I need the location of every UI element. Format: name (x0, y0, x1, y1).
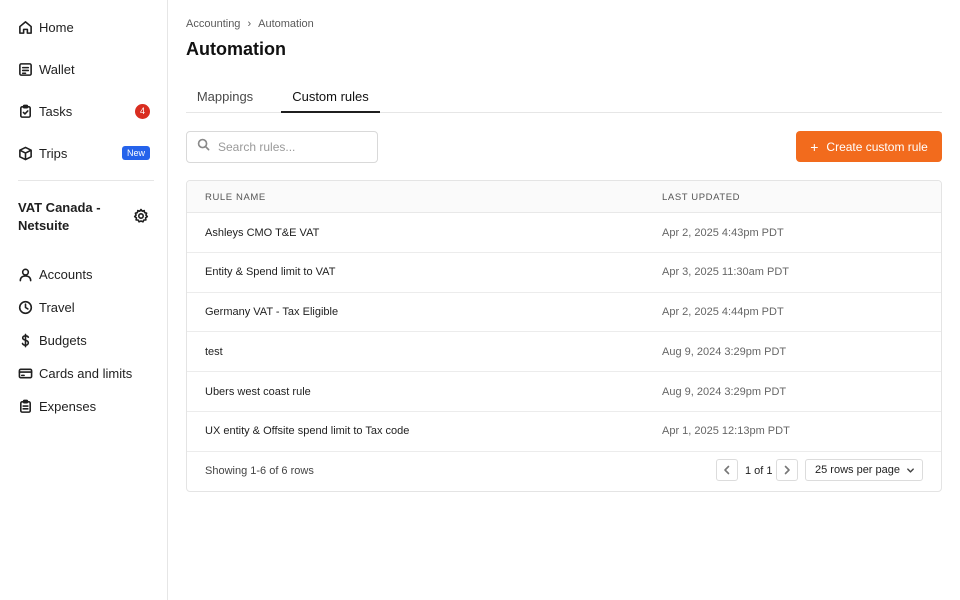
clipboard-check-icon (18, 104, 33, 119)
next-page-button[interactable] (776, 459, 798, 481)
rule-name-cell: Germany VAT - Tax Eligible (205, 306, 339, 319)
last-updated-cell: Aug 9, 2024 3:29pm PDT (662, 345, 787, 358)
last-updated-cell: Apr 3, 2025 11:30am PDT (662, 266, 789, 279)
create-custom-rule-label: Create custom rule (826, 139, 928, 154)
breadcrumb-accounting[interactable]: Accounting (186, 18, 240, 30)
plus-icon: + (810, 138, 819, 155)
rows-per-page-select[interactable]: 25 rows per page (805, 459, 923, 481)
rule-name-cell: test (205, 345, 223, 358)
wallet-icon (18, 62, 33, 77)
table-footer: Showing 1-6 of 6 rows 1 of 1 25 rows per… (187, 450, 941, 491)
new-badge: New (121, 146, 150, 160)
sidebar-item-label: Home (39, 19, 74, 35)
sidebar-item-label: Wallet (39, 61, 75, 77)
sidebar-item-label: Trips (39, 145, 68, 161)
tab-mappings[interactable]: Mappings (186, 84, 264, 113)
entity-name: VAT Canada - Netsuite (18, 200, 101, 233)
table-row[interactable]: Ubers west coast rule Aug 9, 2024 3:29pm… (187, 372, 941, 412)
sidebar-item-label: Accounts (39, 266, 93, 282)
sidebar-item-label: Budgets (39, 332, 87, 348)
home-icon (18, 20, 33, 35)
sidebar-item-label: Tasks (39, 103, 73, 119)
chevron-left-icon (724, 465, 730, 475)
dollar-icon (18, 333, 33, 348)
rule-name-cell: UX entity & Offsite spend limit to Tax c… (205, 425, 410, 438)
credit-card-icon (18, 366, 33, 381)
sidebar-item-wallet[interactable]: Wallet (18, 57, 150, 81)
chevron-right-icon (784, 465, 790, 475)
sidebar-item-label: Travel (39, 299, 75, 315)
sidebar-item-travel[interactable]: Travel (18, 295, 150, 319)
search-icon (197, 138, 210, 156)
search-input[interactable] (218, 140, 368, 154)
sidebar-item-label: Expenses (39, 398, 97, 414)
sidebar-item-expenses[interactable]: Expenses (18, 394, 150, 418)
clipboard-icon (18, 399, 33, 414)
last-updated-cell: Apr 2, 2025 4:43pm PDT (662, 226, 784, 239)
sidebar-item-label: Cards and limits (39, 365, 133, 381)
rows-count-text: Showing 1-6 of 6 rows (205, 464, 314, 477)
user-icon (18, 267, 33, 282)
chevron-right-icon: › (247, 18, 252, 30)
table-row[interactable]: Ashleys CMO T&E VAT Apr 2, 2025 4:43pm P… (187, 213, 941, 253)
tab-custom-rules[interactable]: Custom rules (281, 84, 380, 113)
table-row[interactable]: Entity & Spend limit to VAT Apr 3, 2025 … (187, 253, 941, 293)
rule-name-cell: Ubers west coast rule (205, 385, 311, 398)
sidebar-item-budgets[interactable]: Budgets (18, 328, 150, 352)
rows-per-page-value: 25 rows per page (815, 464, 900, 476)
search-box (186, 131, 378, 163)
sidebar: Home Wallet Tasks 4 Trips New VAT Canada… (0, 0, 168, 600)
table-row[interactable]: test Aug 9, 2024 3:29pm PDT (187, 332, 941, 373)
page-title: Automation (186, 39, 286, 59)
table-row[interactable]: Germany VAT - Tax Eligible Apr 2, 2025 4… (187, 293, 941, 333)
sidebar-divider (18, 180, 154, 181)
column-header-rule-name[interactable]: RULE NAME (205, 181, 266, 213)
previous-page-button[interactable] (716, 459, 738, 481)
column-header-last-updated[interactable]: LAST UPDATED (662, 181, 740, 213)
rules-table: RULE NAME LAST UPDATED Ashleys CMO T&E V… (186, 180, 942, 492)
tasks-count-badge: 4 (135, 103, 150, 119)
breadcrumb-current: Automation (258, 18, 314, 30)
last-updated-cell: Apr 2, 2025 4:44pm PDT (662, 306, 784, 319)
create-custom-rule-button[interactable]: + Create custom rule (796, 131, 942, 162)
rule-name-cell: Entity & Spend limit to VAT (205, 266, 336, 279)
main-content: Accounting › Automation Automation Mappi… (168, 0, 960, 600)
table-header: RULE NAME LAST UPDATED (187, 181, 941, 213)
page-indicator: 1 of 1 (745, 464, 773, 477)
sidebar-item-trips[interactable]: Trips New (18, 141, 150, 165)
breadcrumb: Accounting › Automation (186, 18, 314, 30)
sidebar-item-tasks[interactable]: Tasks 4 (18, 99, 150, 123)
last-updated-cell: Aug 9, 2024 3:29pm PDT (662, 385, 787, 398)
box-icon (18, 146, 33, 161)
sidebar-item-home[interactable]: Home (18, 15, 150, 39)
rule-name-cell: Ashleys CMO T&E VAT (205, 226, 320, 239)
gear-icon[interactable] (133, 208, 149, 224)
last-updated-cell: Apr 1, 2025 12:13pm PDT (662, 425, 790, 438)
clock-icon (18, 300, 33, 315)
table-row[interactable]: UX entity & Offsite spend limit to Tax c… (187, 412, 941, 452)
sidebar-item-accounts[interactable]: Accounts (18, 262, 150, 286)
chevron-down-icon (907, 467, 914, 473)
tab-bar: Mappings Custom rules (186, 84, 942, 113)
sidebar-item-cards-and-limits[interactable]: Cards and limits (18, 361, 150, 385)
